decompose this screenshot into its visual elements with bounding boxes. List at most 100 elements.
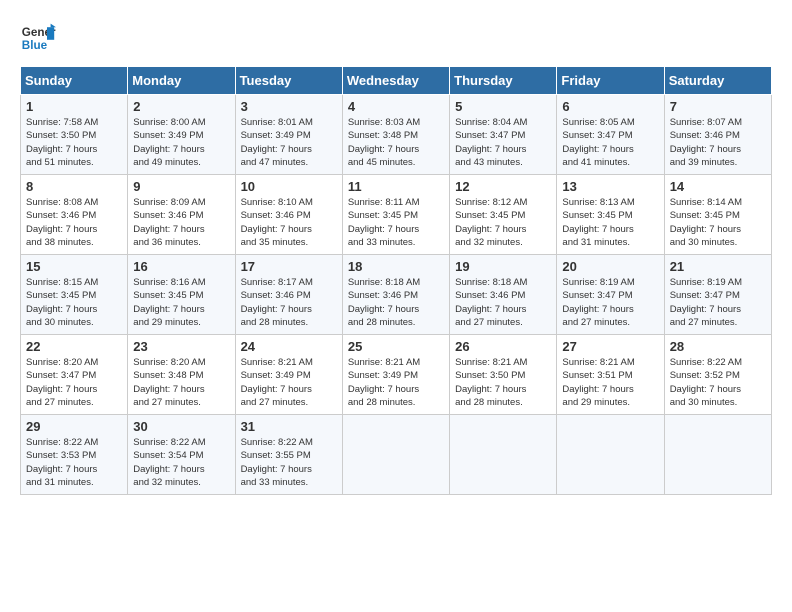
calendar-table: SundayMondayTuesdayWednesdayThursdayFrid…: [20, 66, 772, 495]
day-cell: 15Sunrise: 8:15 AM Sunset: 3:45 PM Dayli…: [21, 255, 128, 335]
day-cell: 8 Sunrise: 8:08 AM Sunset: 3:46 PM Daylig…: [21, 175, 128, 255]
day-cell: 3 Sunrise: 8:01 AM Sunset: 3:49 PM Daylig…: [235, 95, 342, 175]
week-row-1: 1Sunrise: 7:58 AM Sunset: 3:50 PM Daylig…: [21, 95, 772, 175]
day-number: 25: [348, 339, 444, 354]
day-cell: [450, 415, 557, 495]
day-number: 19: [455, 259, 551, 274]
day-info: Sunrise: 8:14 AM Sunset: 3:45 PM Dayligh…: [670, 196, 766, 249]
day-number: 4: [348, 99, 444, 114]
day-number: 11: [348, 179, 444, 194]
header-row: SundayMondayTuesdayWednesdayThursdayFrid…: [21, 67, 772, 95]
header-day-thursday: Thursday: [450, 67, 557, 95]
day-cell: [664, 415, 771, 495]
day-info: Sunrise: 8:16 AM Sunset: 3:45 PM Dayligh…: [133, 276, 229, 329]
day-cell: 29 Sunrise: 8:22 AM Sunset: 3:53 PM Dayli…: [21, 415, 128, 495]
day-info: Sunrise: 8:05 AM Sunset: 3:47 PM Dayligh…: [562, 116, 658, 169]
day-number: 27: [562, 339, 658, 354]
logo: General Blue: [20, 20, 56, 56]
day-number: 22: [26, 339, 122, 354]
day-info: Sunrise: 8:19 AM Sunset: 3:47 PM Dayligh…: [670, 276, 766, 329]
day-number: 8: [26, 179, 122, 194]
page-header: General Blue: [20, 20, 772, 56]
day-number: 30: [133, 419, 229, 434]
day-number: 3: [241, 99, 337, 114]
day-info: Sunrise: 8:11 AM Sunset: 3:45 PM Dayligh…: [348, 196, 444, 249]
day-info: Sunrise: 8:22 AM Sunset: 3:55 PM Dayligh…: [241, 436, 337, 489]
day-number: 16: [133, 259, 229, 274]
day-cell: 14Sunrise: 8:14 AM Sunset: 3:45 PM Dayli…: [664, 175, 771, 255]
day-info: Sunrise: 8:21 AM Sunset: 3:51 PM Dayligh…: [562, 356, 658, 409]
day-cell: 18 Sunrise: 8:18 AM Sunset: 3:46 PM Dayli…: [342, 255, 449, 335]
day-info: Sunrise: 8:10 AM Sunset: 3:46 PM Dayligh…: [241, 196, 337, 249]
day-info: Sunrise: 8:21 AM Sunset: 3:49 PM Dayligh…: [241, 356, 337, 409]
day-info: Sunrise: 8:01 AM Sunset: 3:49 PM Dayligh…: [241, 116, 337, 169]
day-info: Sunrise: 8:21 AM Sunset: 3:49 PM Dayligh…: [348, 356, 444, 409]
day-number: 21: [670, 259, 766, 274]
day-number: 20: [562, 259, 658, 274]
day-number: 28: [670, 339, 766, 354]
header-day-friday: Friday: [557, 67, 664, 95]
day-info: Sunrise: 8:18 AM Sunset: 3:46 PM Dayligh…: [455, 276, 551, 329]
day-cell: 22Sunrise: 8:20 AM Sunset: 3:47 PM Dayli…: [21, 335, 128, 415]
day-info: Sunrise: 8:17 AM Sunset: 3:46 PM Dayligh…: [241, 276, 337, 329]
day-number: 12: [455, 179, 551, 194]
calendar-header: SundayMondayTuesdayWednesdayThursdayFrid…: [21, 67, 772, 95]
day-info: Sunrise: 8:21 AM Sunset: 3:50 PM Dayligh…: [455, 356, 551, 409]
day-info: Sunrise: 8:22 AM Sunset: 3:52 PM Dayligh…: [670, 356, 766, 409]
day-info: Sunrise: 8:13 AM Sunset: 3:45 PM Dayligh…: [562, 196, 658, 249]
day-number: 26: [455, 339, 551, 354]
day-info: Sunrise: 8:22 AM Sunset: 3:53 PM Dayligh…: [26, 436, 122, 489]
calendar-body: 1Sunrise: 7:58 AM Sunset: 3:50 PM Daylig…: [21, 95, 772, 495]
header-day-saturday: Saturday: [664, 67, 771, 95]
day-cell: 20Sunrise: 8:19 AM Sunset: 3:47 PM Dayli…: [557, 255, 664, 335]
header-day-sunday: Sunday: [21, 67, 128, 95]
week-row-5: 29 Sunrise: 8:22 AM Sunset: 3:53 PM Dayli…: [21, 415, 772, 495]
header-day-monday: Monday: [128, 67, 235, 95]
day-cell: 17Sunrise: 8:17 AM Sunset: 3:46 PM Dayli…: [235, 255, 342, 335]
week-row-4: 22Sunrise: 8:20 AM Sunset: 3:47 PM Dayli…: [21, 335, 772, 415]
day-info: Sunrise: 8:20 AM Sunset: 3:48 PM Dayligh…: [133, 356, 229, 409]
day-info: Sunrise: 8:15 AM Sunset: 3:45 PM Dayligh…: [26, 276, 122, 329]
day-cell: 2Sunrise: 8:00 AM Sunset: 3:49 PM Daylig…: [128, 95, 235, 175]
day-number: 7: [670, 99, 766, 114]
day-number: 9: [133, 179, 229, 194]
day-cell: 26 Sunrise: 8:21 AM Sunset: 3:50 PM Dayli…: [450, 335, 557, 415]
day-cell: 30 Sunrise: 8:22 AM Sunset: 3:54 PM Dayli…: [128, 415, 235, 495]
day-cell: 13Sunrise: 8:13 AM Sunset: 3:45 PM Dayli…: [557, 175, 664, 255]
day-cell: 7 Sunrise: 8:07 AM Sunset: 3:46 PM Daylig…: [664, 95, 771, 175]
day-info: Sunrise: 8:08 AM Sunset: 3:46 PM Dayligh…: [26, 196, 122, 249]
day-cell: 25 Sunrise: 8:21 AM Sunset: 3:49 PM Dayli…: [342, 335, 449, 415]
day-info: Sunrise: 8:22 AM Sunset: 3:54 PM Dayligh…: [133, 436, 229, 489]
day-cell: 11 Sunrise: 8:11 AM Sunset: 3:45 PM Dayli…: [342, 175, 449, 255]
svg-text:Blue: Blue: [22, 39, 48, 52]
week-row-2: 8 Sunrise: 8:08 AM Sunset: 3:46 PM Daylig…: [21, 175, 772, 255]
day-cell: 10 Sunrise: 8:10 AM Sunset: 3:46 PM Dayli…: [235, 175, 342, 255]
day-cell: 21 Sunrise: 8:19 AM Sunset: 3:47 PM Dayli…: [664, 255, 771, 335]
day-number: 18: [348, 259, 444, 274]
day-cell: 6Sunrise: 8:05 AM Sunset: 3:47 PM Daylig…: [557, 95, 664, 175]
day-info: Sunrise: 8:07 AM Sunset: 3:46 PM Dayligh…: [670, 116, 766, 169]
header-day-wednesday: Wednesday: [342, 67, 449, 95]
day-cell: 19 Sunrise: 8:18 AM Sunset: 3:46 PM Dayli…: [450, 255, 557, 335]
day-info: Sunrise: 8:04 AM Sunset: 3:47 PM Dayligh…: [455, 116, 551, 169]
day-number: 23: [133, 339, 229, 354]
day-cell: 24Sunrise: 8:21 AM Sunset: 3:49 PM Dayli…: [235, 335, 342, 415]
day-info: Sunrise: 8:18 AM Sunset: 3:46 PM Dayligh…: [348, 276, 444, 329]
day-cell: 4 Sunrise: 8:03 AM Sunset: 3:48 PM Daylig…: [342, 95, 449, 175]
day-info: Sunrise: 8:00 AM Sunset: 3:49 PM Dayligh…: [133, 116, 229, 169]
day-cell: 31Sunrise: 8:22 AM Sunset: 3:55 PM Dayli…: [235, 415, 342, 495]
day-cell: 12 Sunrise: 8:12 AM Sunset: 3:45 PM Dayli…: [450, 175, 557, 255]
day-cell: 27 Sunrise: 8:21 AM Sunset: 3:51 PM Dayli…: [557, 335, 664, 415]
day-cell: 16 Sunrise: 8:16 AM Sunset: 3:45 PM Dayli…: [128, 255, 235, 335]
day-number: 5: [455, 99, 551, 114]
day-number: 29: [26, 419, 122, 434]
day-number: 1: [26, 99, 122, 114]
day-cell: 1Sunrise: 7:58 AM Sunset: 3:50 PM Daylig…: [21, 95, 128, 175]
day-info: Sunrise: 8:09 AM Sunset: 3:46 PM Dayligh…: [133, 196, 229, 249]
day-info: Sunrise: 8:03 AM Sunset: 3:48 PM Dayligh…: [348, 116, 444, 169]
day-info: Sunrise: 8:12 AM Sunset: 3:45 PM Dayligh…: [455, 196, 551, 249]
day-cell: [557, 415, 664, 495]
day-cell: 23 Sunrise: 8:20 AM Sunset: 3:48 PM Dayli…: [128, 335, 235, 415]
day-cell: 9 Sunrise: 8:09 AM Sunset: 3:46 PM Daylig…: [128, 175, 235, 255]
day-number: 10: [241, 179, 337, 194]
